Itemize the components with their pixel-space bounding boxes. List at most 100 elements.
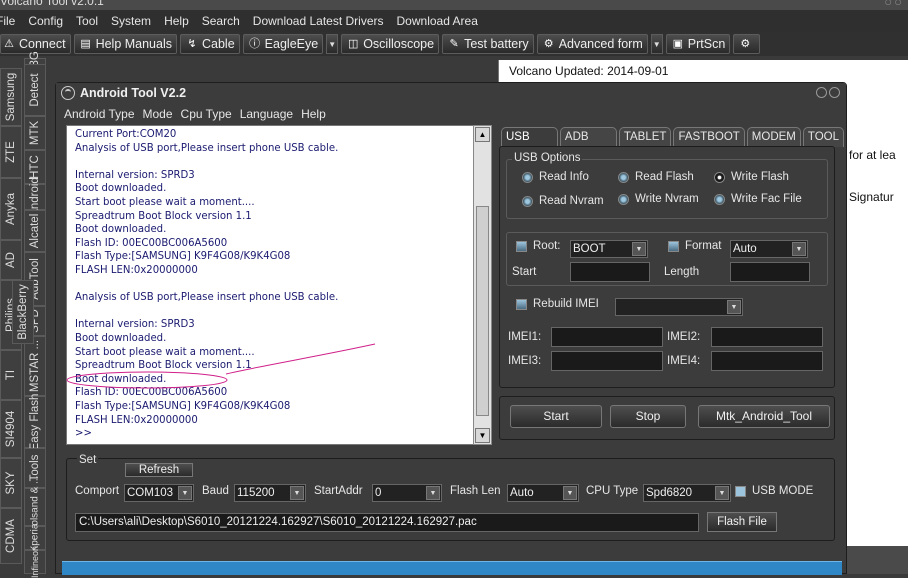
tab-ad[interactable]: AD [0, 240, 22, 280]
menu-mode[interactable]: Mode [143, 107, 173, 121]
root-select[interactable]: BOOT ▼ [570, 240, 648, 258]
log-line: Spreadtrum Boot Block version 1.1 [75, 208, 252, 222]
write-flash-radio[interactable]: Write Flash [714, 171, 789, 183]
outer-window-controls[interactable]: ○○ [884, 0, 904, 9]
pac-file-path-input[interactable]: C:\Users\ali\Desktop\S6010_20121224.1629… [75, 513, 699, 532]
read-flash-radio[interactable]: Read Flash [618, 171, 694, 183]
usb-options-label: USB Options [512, 152, 583, 164]
menu-download-area[interactable]: Download Area [397, 14, 478, 28]
root-checkbox[interactable]: Root: [516, 240, 561, 252]
tab-samsung[interactable]: Samsung [0, 68, 22, 126]
minimize-icon[interactable] [816, 87, 827, 98]
usb-mode-checkbox[interactable]: USB MODE [735, 485, 813, 497]
help-manuals-button[interactable]: ▤ Help Manuals [73, 34, 177, 54]
scroll-thumb[interactable] [476, 206, 489, 416]
baud-select[interactable]: 115200 ▼ [234, 484, 306, 502]
flash-file-button[interactable]: Flash File [707, 512, 777, 532]
imei1-input[interactable] [551, 327, 663, 347]
tab-sky[interactable]: SKY [0, 458, 22, 508]
set-panel: Set Refresh Comport COM103 ▼ Baud 115200 ▼… [66, 454, 835, 541]
main-status-strip [843, 546, 908, 574]
android-tool-dialog: Android Tool V2.2 Android Type Mode Cpu … [55, 82, 847, 575]
prtscn-button[interactable]: ▣ PrtScn [665, 34, 731, 54]
cpu-type-select[interactable]: Spd6820 ▼ [643, 484, 731, 502]
tab-coolsand[interactable]: Coolsand & ... [24, 476, 46, 538]
cable-button[interactable]: ↯ Cable [180, 34, 240, 54]
eagleeye-button[interactable]: ⓘ EagleEye [242, 34, 324, 54]
refresh-button[interactable]: Refresh [125, 463, 193, 477]
mode-tabs: USB MODE ADB MODE TABLET FASTBOOT MODEM … [501, 127, 846, 162]
tab-cdma[interactable]: CDMA [0, 508, 22, 564]
tab-modem[interactable]: MODEM [746, 127, 801, 147]
eagleeye-dropdown[interactable]: ▼ [326, 34, 339, 54]
start-button[interactable]: Start [510, 405, 602, 428]
menu-system[interactable]: System [111, 14, 151, 28]
start-input[interactable] [570, 262, 650, 282]
tab-detect[interactable]: Detect [24, 64, 46, 116]
chevron-down-icon: ▼ [715, 486, 729, 500]
format-checkbox[interactable]: Format [668, 240, 721, 252]
rebuild-imei-select[interactable]: ▼ [615, 298, 743, 316]
tab-alcatel[interactable]: Alcatel [24, 210, 46, 252]
tab-android[interactable]: Android [24, 177, 46, 217]
outer-toolbar: ⚠ Connect ▤ Help Manuals ↯ Cable ⓘ EagleEye … [0, 32, 908, 56]
menu-search[interactable]: Search [202, 14, 240, 28]
settings-button[interactable]: ⚙ [733, 34, 761, 54]
startaddr-select[interactable]: 0 ▼ [372, 484, 442, 502]
imei2-input[interactable] [711, 327, 823, 347]
flash-len-select[interactable]: Auto ▼ [507, 484, 579, 502]
android-tool-logo-icon [61, 86, 75, 100]
tab-zte[interactable]: ZTE [0, 126, 22, 178]
write-nvram-radio[interactable]: Write Nvram [618, 193, 699, 205]
scroll-down-icon[interactable]: ▼ [475, 428, 490, 443]
tab-mstar[interactable]: MSTAR ... [24, 336, 46, 396]
tab-mtk[interactable]: MTK [24, 116, 46, 150]
menu-cpu-type[interactable]: Cpu Type [181, 107, 232, 121]
main-log-line: for at lea [849, 148, 896, 162]
menu-config[interactable]: Config [28, 14, 63, 28]
chevron-down-icon: ▼ [632, 242, 646, 256]
menu-help[interactable]: Help [301, 107, 326, 121]
tab-adb-mode[interactable]: ADB MODE [559, 127, 617, 162]
tab-fastboot[interactable]: FASTBOOT [673, 127, 745, 147]
menu-help[interactable]: Help [164, 14, 189, 28]
read-nvram-radio[interactable]: Read Nvram [522, 195, 604, 207]
advanced-form-dropdown[interactable]: ▼ [650, 34, 663, 54]
log-textbox[interactable]: Current Port:COM20 Analysis of USB port,P… [66, 125, 492, 445]
imei3-input[interactable] [551, 351, 663, 371]
log-scrollbar[interactable]: ▲ ▼ [473, 125, 492, 445]
tab-easy-flash[interactable]: Easy Flash [24, 394, 46, 450]
advanced-form-button[interactable]: ⚙ Advanced form [536, 34, 648, 54]
tab-tool[interactable]: TOOL [802, 127, 844, 147]
stop-button[interactable]: Stop [610, 405, 686, 428]
test-battery-button[interactable]: ✎ Test battery [442, 34, 534, 54]
warning-icon: ⚠ [4, 38, 14, 50]
comport-select[interactable]: COM103 ▼ [124, 484, 194, 502]
menu-android-type[interactable]: Android Type [64, 107, 135, 121]
tab-ti[interactable]: TI [0, 350, 22, 400]
read-info-radio[interactable]: Read Info [522, 171, 589, 183]
tab-anyka[interactable]: Anyka [0, 178, 22, 240]
tab-blackberry[interactable]: BlackBerry [12, 280, 34, 344]
menu-language[interactable]: Language [240, 107, 293, 121]
tab-tablet[interactable]: TABLET [618, 127, 672, 147]
imei3-label: IMEI3: [508, 355, 542, 367]
oscilloscope-button[interactable]: ◫ Oscilloscope [341, 34, 440, 54]
format-select[interactable]: Auto ▼ [730, 240, 808, 258]
screenshot-icon: ▣ [672, 38, 683, 50]
imei4-input[interactable] [711, 351, 823, 371]
scroll-up-icon[interactable]: ▲ [475, 127, 490, 142]
menu-tool[interactable]: Tool [76, 14, 98, 28]
tab-si4904[interactable]: SI4904 [0, 400, 22, 458]
log-line: Flash ID: 00EC00BC006A5600 [75, 385, 228, 399]
rebuild-imei-checkbox[interactable]: Rebuild IMEI [516, 298, 599, 310]
close-icon[interactable] [829, 87, 840, 98]
menu-download-drivers[interactable]: Download Latest Drivers [253, 14, 384, 28]
wrench-icon: ✎ [449, 38, 459, 50]
tab-usb-mode[interactable]: USB MODE [501, 127, 558, 162]
tab-infineon[interactable]: Infineon [24, 546, 46, 578]
write-fac-file-radio[interactable]: Write Fac File [714, 193, 802, 205]
mtk-android-tool-button[interactable]: Mtk_Android_Tool [698, 405, 830, 428]
length-input[interactable] [730, 262, 810, 282]
menu-file[interactable]: File [0, 14, 15, 28]
